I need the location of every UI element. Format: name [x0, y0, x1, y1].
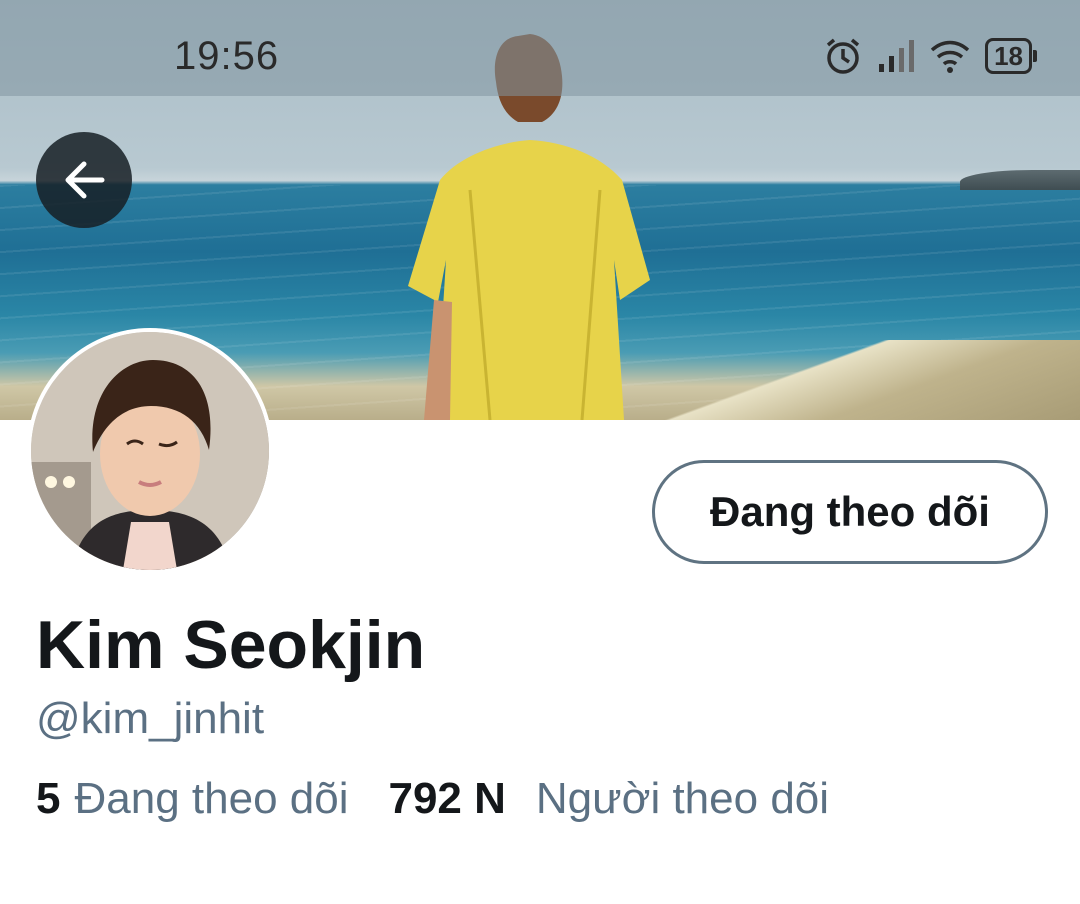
signal-icon	[879, 40, 915, 72]
profile-stats: 5 Đang theo dõi 792 N Người theo dõi	[36, 774, 829, 824]
profile-handle: @kim_jinhit	[36, 694, 265, 743]
banner-shore	[660, 340, 1080, 420]
following-count: 5	[36, 774, 61, 823]
back-button[interactable]	[36, 132, 132, 228]
followers-stat[interactable]: 792 N Người theo dõi	[388, 774, 829, 824]
avatar-portrait	[31, 332, 269, 570]
banner-rocks	[960, 170, 1080, 190]
battery-icon: 18	[985, 38, 1037, 74]
profile-name: Kim Seokjin	[36, 607, 426, 683]
status-time: 19:56	[174, 34, 280, 78]
arrow-left-icon	[65, 161, 105, 199]
status-bar: 19:56 18	[0, 0, 1080, 96]
following-label: Đang theo dõi	[74, 774, 349, 823]
following-stat[interactable]: 5 Đang theo dõi	[36, 774, 348, 824]
avatar-image	[31, 332, 269, 570]
wifi-icon	[930, 40, 970, 73]
avatar[interactable]	[27, 328, 273, 574]
followers-label: Người theo dõi	[535, 774, 830, 823]
followers-count: 792 N	[388, 774, 506, 823]
following-button[interactable]: Đang theo dõi	[652, 460, 1048, 564]
alarm-icon	[826, 38, 860, 74]
